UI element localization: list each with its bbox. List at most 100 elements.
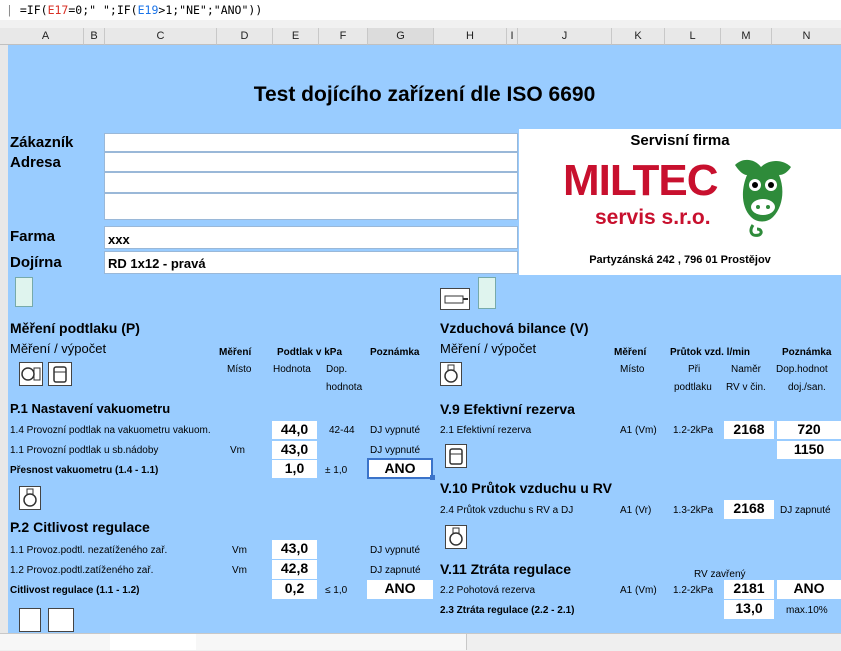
p2-row3-result[interactable]: ANO [367,580,433,599]
p1-row3-result[interactable]: ANO [367,458,433,479]
v11-row1-misto: A1 (Vm) [620,585,657,596]
selection-handle[interactable] [430,475,435,480]
v10-row1-value[interactable]: 2168 [724,500,774,519]
formula-part3: >1;"NE";"ANO")) [158,3,263,17]
p1-row3-dop: ± 1,0 [325,465,348,476]
sheet-tab-4[interactable] [286,634,377,650]
p1-row3-label: Přesnost vakuometru (1.4 - 1.1) [10,465,159,476]
sheet-tab-1[interactable] [0,634,111,650]
left-header-mereni: Měření [219,347,252,358]
vacuum-meter-icon[interactable] [15,277,33,307]
column-header-b[interactable]: B [84,28,105,45]
p2-title: P.2 Citlivost regulace [10,519,150,535]
column-header-n[interactable]: N [772,28,841,45]
column-header-g[interactable]: G [368,28,434,45]
left-header-podtlak: Podtlak v kPa [277,347,343,358]
v11-row2-label: 2.3 Ztráta regulace (2.2 - 2.1) [440,605,575,616]
sheet-tab-3[interactable] [196,634,287,650]
formula-ref-e17: E17 [47,3,69,17]
column-header-f[interactable]: F [319,28,368,45]
v11-row2-note: max.10% [786,605,828,616]
v11-row1-value[interactable]: 2181 [724,580,774,599]
column-header-m[interactable]: M [721,28,772,45]
v10-row1-misto: A1 (Vr) [620,505,652,516]
gauge-icon[interactable] [19,362,43,386]
right-header-podtlaku: podtlaku [674,382,712,393]
v10-row1-label: 2.4 Průtok vzduchu s RV a DJ [440,505,574,516]
column-header-e[interactable]: E [273,28,319,45]
right-header-mereni: Měření [614,347,647,358]
customer-input[interactable] [104,133,518,152]
v9-row1-misto: A1 (Vm) [620,425,657,436]
v9-row1-note[interactable]: 720 [777,421,841,439]
parlor-value: RD 1x12 - pravá [108,256,206,271]
v11-rv-closed: RV zavřený [694,569,746,580]
sheet-tabs-bar [0,633,841,651]
right-header-namer: Naměr [731,364,762,375]
column-header-h[interactable]: H [434,28,507,45]
p1-row2-value[interactable]: 43,0 [272,441,317,459]
formula-bar[interactable]: | =IF(E17=0;" ";IF(E19>1;"NE";"ANO")) [0,0,841,21]
left-header-dop: Dop. [326,364,348,375]
parlor-input[interactable]: RD 1x12 - pravá [104,251,518,274]
formula-part2: =0;" ";IF( [68,3,138,17]
p2-row3-value[interactable]: 0,2 [272,580,317,599]
left-header-hodnota: Hodnota [273,364,311,375]
farm-input[interactable]: xxx [104,226,518,249]
p2-row2-value[interactable]: 42,8 [272,560,317,579]
p2-row2-label: 1.2 Provoz.podtl.zatíženého zař. [10,565,154,576]
claw-icon[interactable] [48,608,74,632]
pulsator-icon-3[interactable] [445,525,467,549]
sheet-tab-2[interactable] [110,634,197,650]
p1-row1-dop: 42-44 [329,425,355,436]
service-address: Partyzánská 242 , 796 01 Prostějov [589,254,771,266]
v9-row1-value[interactable]: 2168 [724,421,774,439]
v10-title: V.10 Průtok vzduchu u RV [440,480,612,496]
tank-icon-3[interactable] [445,444,467,468]
pulsator-icon-2[interactable] [440,362,462,386]
address-input-1[interactable] [104,152,518,172]
column-header-c[interactable]: C [105,28,217,45]
v11-title: V.11 Ztráta regulace [440,561,572,577]
flowmeter-icon[interactable] [440,288,470,310]
column-header-l[interactable]: L [665,28,721,45]
service-company-panel: Servisní firma MILTEC servis s.r.o. Part… [519,129,841,275]
left-section-title: Měření podtlaku (P) [10,320,140,336]
p2-row1-misto: Vm [232,545,247,556]
right-header-dophod: Dop.hodnot [776,364,828,375]
v11-row2-value[interactable]: 13,0 [724,600,774,619]
right-header-prutok: Průtok vzd. l/min [670,347,751,358]
vacuum-meter-icon-2[interactable] [478,277,496,309]
right-section-title: Vzduchová bilance (V) [440,320,589,336]
farm-value: xxx [108,232,130,247]
address-label: Adresa [10,154,61,171]
v11-row1-result[interactable]: ANO [777,580,841,599]
column-header-i[interactable]: I [507,28,518,45]
column-header-d[interactable]: D [217,28,273,45]
address-input-3[interactable] [104,193,518,220]
miltec-logo-sub: servis s.r.o. [595,206,711,229]
sheet-tab-5[interactable] [376,634,467,650]
spreadsheet-grid[interactable]: Test dojícího zařízení dle ISO 6690 Záka… [8,45,841,633]
v9-title: V.9 Efektivní rezerva [440,401,575,417]
left-section-subtitle: Měření / výpočet [10,341,107,356]
p2-row2-misto: Vm [232,565,247,576]
tank-icon-2[interactable] [19,608,41,632]
p1-row1-value[interactable]: 44,0 [272,421,317,439]
p1-row1-note: DJ vypnuté [370,425,421,436]
right-header-doj: doj./san. [788,382,826,393]
column-header-k[interactable]: K [612,28,665,45]
v9-row2-note[interactable]: 1150 [777,441,841,459]
address-input-2[interactable] [104,172,518,193]
pulsator-icon[interactable] [19,486,41,510]
column-header-a[interactable]: A [8,28,84,45]
tank-icon[interactable] [48,362,72,386]
p1-row2-note: DJ vypnuté [370,445,421,456]
p1-row3-value[interactable]: 1,0 [272,460,317,478]
formula-bar-divider: | [6,3,13,17]
v10-row1-pri: 1.3-2kPa [673,505,714,516]
p2-row1-value[interactable]: 43,0 [272,540,317,559]
column-header-j[interactable]: J [518,28,612,45]
miltec-logo-text: MILTEC [563,156,718,205]
p2-row2-note: DJ zapnuté [370,565,421,576]
